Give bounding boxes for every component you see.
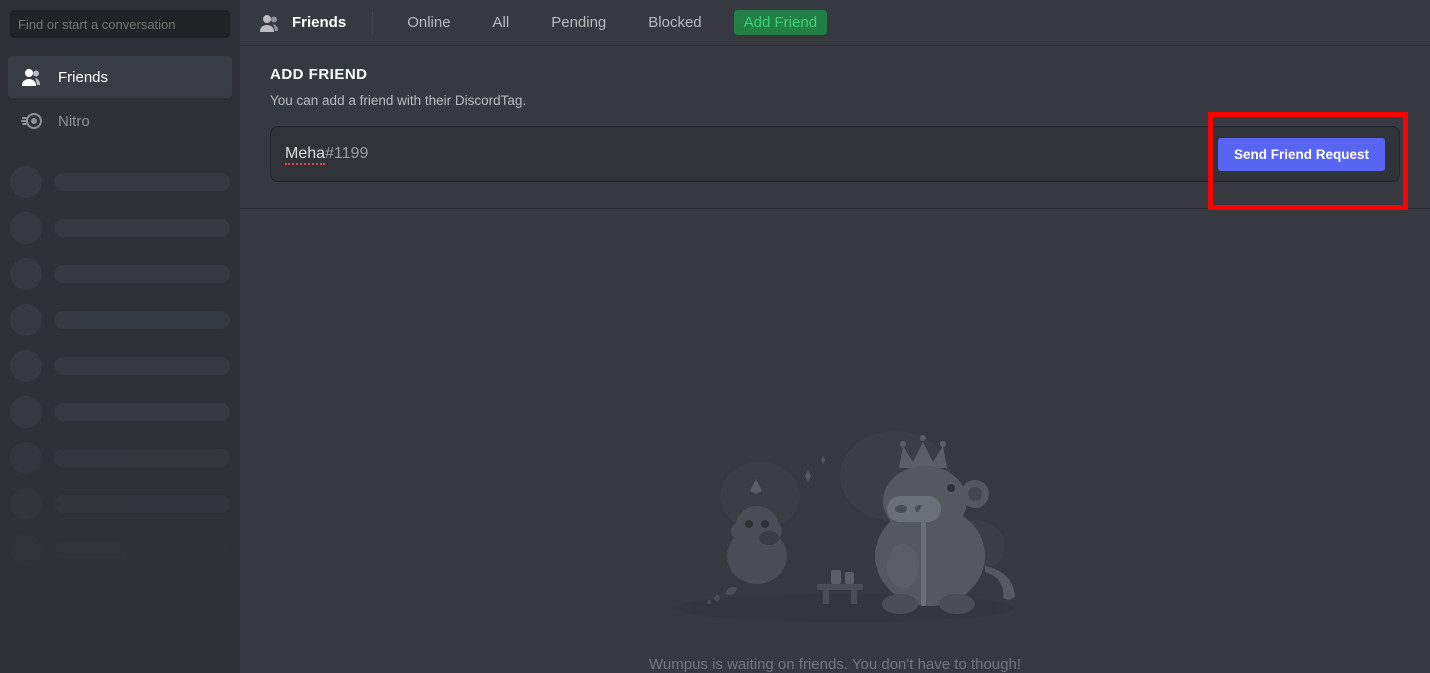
list-item <box>10 304 230 336</box>
list-item <box>10 212 230 244</box>
nitro-icon <box>20 109 44 133</box>
friends-icon <box>258 11 282 35</box>
sidebar-list: Friends Nitro <box>0 48 240 142</box>
add-friend-panel: ADD FRIEND You can add a friend with the… <box>240 46 1430 209</box>
friend-tag-input[interactable] <box>285 145 1218 163</box>
sidebar-item-friends[interactable]: Friends <box>8 56 232 98</box>
empty-state-text: Wumpus is waiting on friends. You don't … <box>649 656 1021 673</box>
search-input[interactable] <box>10 10 230 38</box>
tab-add-friend[interactable]: Add Friend <box>734 10 827 35</box>
topbar-title: Friends <box>258 11 362 35</box>
wumpus-illustration <box>645 416 1025 626</box>
dm-placeholder-list <box>0 154 240 578</box>
list-item <box>10 166 230 198</box>
list-item <box>10 396 230 428</box>
sidebar-item-nitro[interactable]: Nitro <box>8 100 232 142</box>
list-item <box>10 488 230 520</box>
empty-state: Wumpus is waiting on friends. You don't … <box>240 209 1430 673</box>
tab-blocked[interactable]: Blocked <box>638 10 711 35</box>
list-item <box>10 534 230 566</box>
tab-all[interactable]: All <box>483 10 520 35</box>
tab-online[interactable]: Online <box>397 10 460 35</box>
divider <box>372 12 373 34</box>
add-friend-heading: ADD FRIEND <box>270 66 1400 83</box>
friend-input-row: Meha#1199 Send Friend Request <box>270 126 1400 182</box>
main: Friends Online All Pending Blocked Add F… <box>240 0 1430 673</box>
topbar-title-text: Friends <box>292 14 346 31</box>
list-item <box>10 350 230 382</box>
sidebar-item-label: Friends <box>58 69 108 86</box>
list-item <box>10 442 230 474</box>
topbar: Friends Online All Pending Blocked Add F… <box>240 0 1430 46</box>
add-friend-subtext: You can add a friend with their DiscordT… <box>270 93 1400 108</box>
search-wrap <box>0 0 240 48</box>
tab-pending[interactable]: Pending <box>541 10 616 35</box>
friends-icon <box>20 65 44 89</box>
list-item <box>10 258 230 290</box>
sidebar: Friends Nitro <box>0 0 240 673</box>
sidebar-item-label: Nitro <box>58 113 90 130</box>
send-friend-request-button[interactable]: Send Friend Request <box>1218 138 1385 171</box>
